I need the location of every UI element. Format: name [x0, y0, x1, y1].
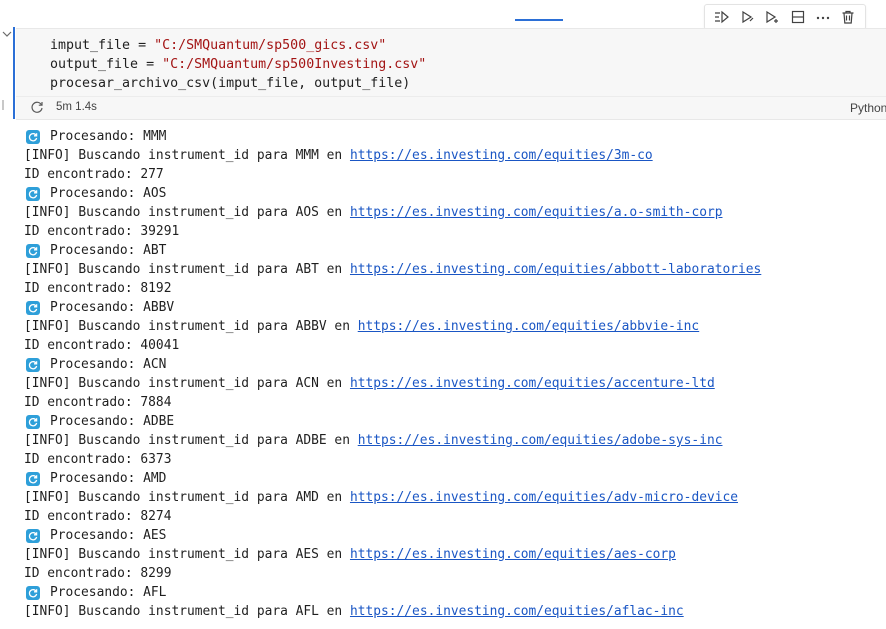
- output-processing-line: Procesando: MMM: [24, 127, 884, 146]
- refresh-icon: [28, 189, 38, 198]
- output-id-line: ID encontrado: 39291: [24, 224, 180, 239]
- processing-text: Procesando: ABT: [50, 243, 167, 258]
- info-text: [INFO] Buscando instrument_id para AES e…: [24, 547, 350, 562]
- output-info-line: [INFO] Buscando instrument_id para MMM e…: [24, 146, 884, 165]
- info-text: [INFO] Buscando instrument_id para AMD e…: [24, 490, 350, 505]
- processing-icon: [26, 357, 40, 372]
- ellipsis-icon: [816, 16, 830, 20]
- refresh-icon: [28, 360, 38, 369]
- output-info-line: [INFO] Buscando instrument_id para AMD e…: [24, 488, 884, 507]
- investing-link[interactable]: https://es.investing.com/equities/accent…: [350, 374, 715, 393]
- info-text: [INFO] Buscando instrument_id para AFL e…: [24, 604, 350, 619]
- output-info-line: [INFO] Buscando instrument_id para AFL e…: [24, 602, 884, 621]
- trash-icon: [842, 10, 854, 24]
- processing-text: Procesando: MMM: [50, 129, 167, 144]
- processing-icon: [26, 243, 40, 258]
- output-info-line: [INFO] Buscando instrument_id para ACN e…: [24, 374, 884, 393]
- refresh-icon: [28, 132, 38, 141]
- output-processing-line: Procesando: ABT: [24, 241, 884, 260]
- output-info-line: [INFO] Buscando instrument_id para AOS e…: [24, 203, 884, 222]
- investing-link[interactable]: https://es.investing.com/equities/abbott…: [350, 260, 761, 279]
- output-info-line: [INFO] Buscando instrument_id para AES e…: [24, 545, 884, 564]
- info-text: [INFO] Buscando instrument_id para ADBE …: [24, 433, 358, 448]
- output-info-line: [INFO] Buscando instrument_id para ADBE …: [24, 431, 884, 450]
- execute-above-button[interactable]: [736, 6, 758, 28]
- processing-icon: [26, 129, 40, 144]
- info-text: [INFO] Buscando instrument_id para AOS e…: [24, 205, 350, 220]
- investing-link[interactable]: https://es.investing.com/equities/3m-co: [350, 146, 653, 165]
- execute-below-icon: [766, 10, 779, 24]
- output-processing-line: Procesando: AMD: [24, 469, 884, 488]
- output-processing-line: Procesando: ACN: [24, 355, 884, 374]
- processing-icon: [26, 585, 40, 600]
- refresh-icon: [28, 531, 38, 540]
- gutter-marker: [2, 100, 4, 110]
- output-id-line: ID encontrado: 8274: [24, 509, 172, 524]
- output-processing-line: Procesando: ADBE: [24, 412, 884, 431]
- output-id-line: ID encontrado: 277: [24, 167, 164, 182]
- investing-link[interactable]: https://es.investing.com/equities/a.o-sm…: [350, 203, 723, 222]
- processing-text: Procesando: ADBE: [50, 414, 175, 429]
- info-text: [INFO] Buscando instrument_id para ACN e…: [24, 376, 350, 391]
- refresh-icon: [28, 303, 38, 312]
- output-processing-line: Procesando: AES: [24, 526, 884, 545]
- output-info-line: [INFO] Buscando instrument_id para ABBV …: [24, 317, 884, 336]
- processing-icon: [26, 414, 40, 429]
- processing-text: Procesando: AMD: [50, 471, 167, 486]
- run-by-line-icon: [714, 10, 729, 24]
- run-by-line-button[interactable]: [711, 6, 733, 28]
- execute-above-icon: [742, 10, 754, 24]
- output-id-line: ID encontrado: 8192: [24, 281, 172, 296]
- output-processing-line: Procesando: AOS: [24, 184, 884, 203]
- processing-text: Procesando: ABBV: [50, 300, 175, 315]
- more-actions-button[interactable]: [812, 6, 834, 28]
- output-processing-line: Procesando: AFL: [24, 583, 884, 602]
- info-text: [INFO] Buscando instrument_id para ABT e…: [24, 262, 350, 277]
- chevron-down-icon[interactable]: [2, 30, 12, 38]
- info-text: [INFO] Buscando instrument_id para MMM e…: [24, 148, 350, 163]
- processing-text: Procesando: AOS: [50, 186, 167, 201]
- output-id-line: ID encontrado: 8299: [24, 566, 172, 581]
- investing-link[interactable]: https://es.investing.com/equities/adobe-…: [358, 431, 723, 450]
- processing-icon: [26, 528, 40, 543]
- cell-output: Procesando: MMM [INFO] Buscando instrumen…: [24, 127, 884, 621]
- refresh-icon: [28, 588, 38, 597]
- refresh-icon: [28, 474, 38, 483]
- active-cell-border: [13, 27, 886, 119]
- processing-text: Procesando: AFL: [50, 585, 167, 600]
- output-id-line: ID encontrado: 6373: [24, 452, 172, 467]
- processing-text: Procesando: ACN: [50, 357, 167, 372]
- output-id-line: ID encontrado: 7884: [24, 395, 172, 410]
- processing-icon: [26, 471, 40, 486]
- info-text: [INFO] Buscando instrument_id para ABBV …: [24, 319, 358, 334]
- refresh-icon: [28, 246, 38, 255]
- investing-link[interactable]: https://es.investing.com/equities/aflac-…: [350, 602, 684, 621]
- split-cell-button[interactable]: [787, 6, 809, 28]
- output-processing-line: Procesando: ABBV: [24, 298, 884, 317]
- split-cell-icon: [791, 10, 804, 24]
- processing-icon: [26, 300, 40, 315]
- investing-link[interactable]: https://es.investing.com/equities/adv-mi…: [350, 488, 738, 507]
- refresh-icon: [28, 417, 38, 426]
- investing-link[interactable]: https://es.investing.com/equities/aes-co…: [350, 545, 676, 564]
- active-tab-indicator: [515, 19, 563, 21]
- output-id-line: ID encontrado: 40041: [24, 338, 180, 353]
- execute-below-button[interactable]: [761, 6, 783, 28]
- delete-cell-button[interactable]: [837, 6, 859, 28]
- processing-text: Procesando: AES: [50, 528, 167, 543]
- output-info-line: [INFO] Buscando instrument_id para ABT e…: [24, 260, 884, 279]
- investing-link[interactable]: https://es.investing.com/equities/abbvie…: [358, 317, 699, 336]
- processing-icon: [26, 186, 40, 201]
